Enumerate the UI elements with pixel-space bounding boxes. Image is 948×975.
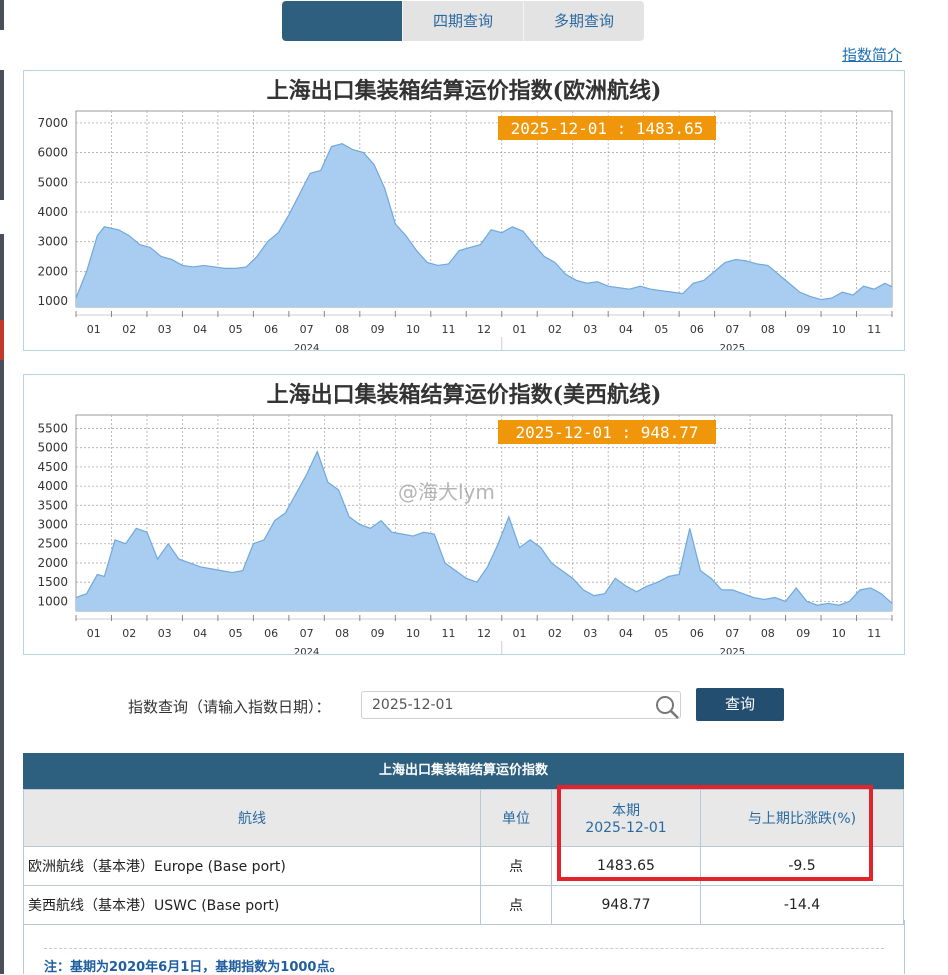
year-label: 2024 [294, 343, 319, 350]
tab-single-period[interactable] [282, 1, 402, 41]
month-label: 01 [87, 323, 101, 336]
y-tick-label: 1500 [37, 575, 68, 589]
month-label: 10 [832, 323, 846, 336]
month-label: 06 [690, 323, 704, 336]
month-label: 01 [512, 323, 526, 336]
month-label: 11 [442, 323, 456, 336]
year-label: 2024 [294, 647, 319, 654]
route-cell: 欧洲航线（基本港）Europe (Base port) [23, 846, 481, 886]
month-label: 04 [619, 323, 633, 336]
y-tick-label: 7000 [37, 116, 68, 130]
month-label: 07 [725, 323, 739, 336]
left-edge-bar [0, 0, 4, 974]
month-label: 11 [442, 627, 456, 640]
y-tick-label: 6000 [37, 146, 68, 160]
month-label: 02 [122, 323, 136, 336]
value-tooltip: 2025-12-01 : 948.77 [515, 423, 698, 442]
y-tick-label: 2500 [37, 537, 68, 551]
month-label: 05 [229, 323, 243, 336]
y-tick-label: 3500 [37, 498, 68, 512]
month-label: 03 [158, 627, 172, 640]
month-label: 02 [122, 627, 136, 640]
month-label: 09 [796, 323, 810, 336]
tab-four-period[interactable]: 四期查询 [402, 1, 523, 41]
month-label: 01 [87, 627, 101, 640]
y-tick-label: 5500 [37, 421, 68, 435]
month-label: 10 [832, 627, 846, 640]
month-label: 07 [300, 627, 314, 640]
month-label: 05 [654, 323, 668, 336]
uswc-chart-svg: 1000 1500 2000 2500 3000 3500 4000 4500 5000 5500… [37, 414, 893, 654]
month-label: 10 [406, 323, 420, 336]
month-label: 03 [583, 323, 597, 336]
table-row: 美西航线（基本港）USWC (Base port) 点 948.77 -14.4 [23, 885, 904, 925]
month-label: 09 [371, 323, 385, 336]
y-tick-label: 5000 [37, 441, 68, 455]
month-label: 09 [796, 627, 810, 640]
y-tick-label: 5000 [37, 175, 68, 189]
date-input[interactable] [361, 691, 681, 719]
month-label: 06 [690, 627, 704, 640]
unit-cell: 点 [480, 846, 552, 886]
watermark: @海大lym [398, 480, 495, 504]
value-tooltip: 2025-12-01 : 1483.65 [511, 119, 704, 138]
y-tick-label: 3000 [37, 518, 68, 532]
y-tick-label: 4500 [37, 460, 68, 474]
month-label: 11 [867, 323, 881, 336]
month-label: 04 [193, 323, 207, 336]
query-label: 指数查询（请输入指数日期）： [128, 698, 331, 716]
month-label: 05 [654, 627, 668, 640]
y-tick-label: 1000 [37, 294, 68, 308]
year-label: 2025 [720, 343, 745, 350]
highlight-annotation [557, 785, 873, 881]
header-unit: 单位 [480, 789, 552, 847]
month-label: 06 [264, 323, 278, 336]
month-label: 02 [548, 323, 562, 336]
y-tick-label: 2000 [37, 556, 68, 570]
base-period-note: 注：基期为2020年6月1日，基期指数为1000点。 [44, 960, 343, 975]
month-label: 05 [229, 627, 243, 640]
unit-cell: 点 [480, 885, 552, 925]
tab-multi-period[interactable]: 多期查询 [523, 1, 644, 41]
month-label: 08 [761, 323, 775, 336]
month-label: 12 [477, 323, 491, 336]
month-label: 07 [300, 323, 314, 336]
query-button[interactable]: 查询 [696, 688, 784, 721]
month-label: 04 [193, 627, 207, 640]
search-icon[interactable] [654, 695, 680, 719]
y-tick-label: 3000 [37, 235, 68, 249]
month-label: 08 [335, 627, 349, 640]
month-label: 08 [761, 627, 775, 640]
year-label: 2025 [720, 647, 745, 654]
month-label: 03 [583, 627, 597, 640]
current-cell: 948.77 [551, 885, 701, 925]
month-label: 12 [477, 627, 491, 640]
month-label: 08 [335, 323, 349, 336]
change-cell: -14.4 [700, 885, 904, 925]
route-cell: 美西航线（基本港）USWC (Base port) [23, 885, 481, 925]
y-tick-label: 4000 [37, 205, 68, 219]
month-label: 01 [512, 627, 526, 640]
header-route: 航线 [23, 789, 481, 847]
month-label: 10 [406, 627, 420, 640]
note-area: 注：基期为2020年6月1日，基期指数为1000点。 [23, 920, 905, 975]
y-tick-label: 2000 [37, 264, 68, 278]
month-label: 02 [548, 627, 562, 640]
month-label: 07 [725, 627, 739, 640]
month-label: 11 [867, 627, 881, 640]
month-label: 06 [264, 627, 278, 640]
index-intro-link[interactable]: 指数简介 [842, 44, 902, 65]
month-label: 04 [619, 627, 633, 640]
month-label: 03 [158, 323, 172, 336]
europe-chart: 上海出口集装箱结算运价指数(欧洲航线) 1000 2000 3000 4000 5000… [23, 70, 905, 351]
query-tabs: 四期查询 多期查询 [282, 1, 644, 41]
table-title: 上海出口集装箱结算运价指数 [23, 753, 904, 789]
month-label: 09 [371, 627, 385, 640]
y-tick-label: 1000 [37, 594, 68, 608]
uswc-chart: 上海出口集装箱结算运价指数(美西航线) 1000 1500 2000 2500 3000… [23, 374, 905, 655]
y-tick-label: 4000 [37, 479, 68, 493]
europe-chart-svg: 1000 2000 3000 4000 5000 6000 7000 01 02 03 04 05 06… [37, 110, 893, 350]
